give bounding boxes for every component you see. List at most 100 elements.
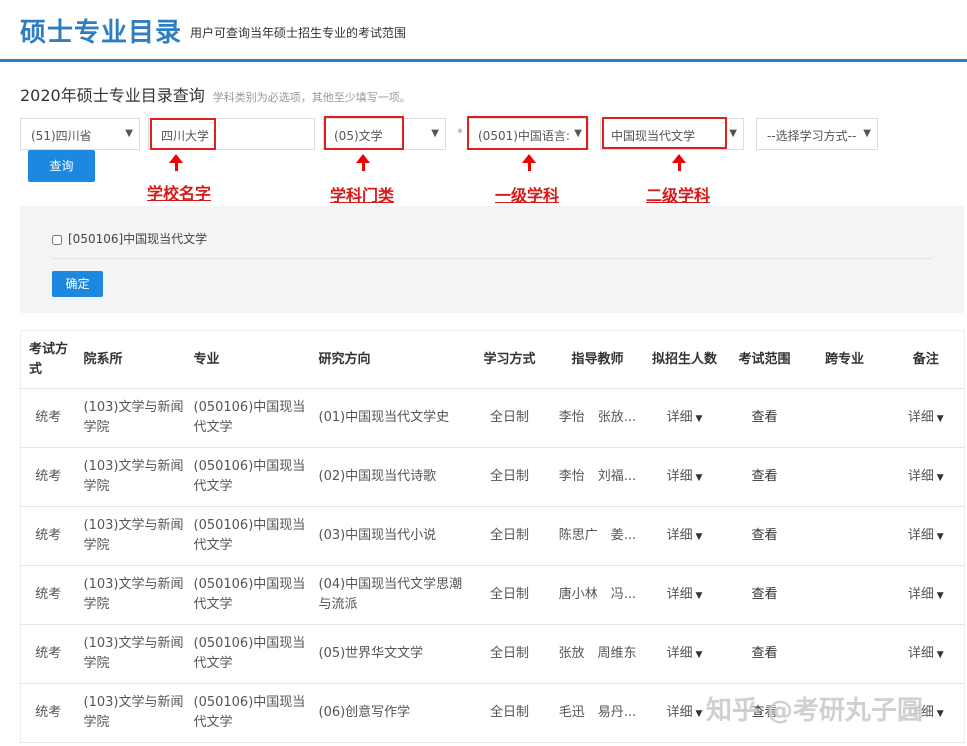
remarks-detail[interactable]: 详细 bbox=[908, 587, 944, 602]
major-cell: (050106)中国现当代文学 bbox=[185, 388, 311, 448]
remarks-detail[interactable]: 详细 bbox=[908, 705, 944, 720]
enrollment-detail-cell[interactable]: 详细 bbox=[641, 624, 728, 684]
advisors-cell: 唐小林 冯... bbox=[553, 565, 642, 625]
search-button[interactable]: 查询 bbox=[28, 150, 95, 182]
exam-scope-link-cell[interactable]: 查看 bbox=[727, 565, 802, 625]
research-direction: (04)中国现当代文学思潮与流派 bbox=[318, 577, 463, 612]
study-mode: 全日制 bbox=[489, 410, 529, 425]
chevron-down-icon: ▼ bbox=[863, 128, 871, 139]
category-select[interactable]: (05)文学 ▼ bbox=[323, 118, 446, 150]
checkbox-label: [050106]中国现当代文学 bbox=[68, 232, 208, 246]
major-cell: (050106)中国现当代文学 bbox=[185, 506, 311, 566]
column-header: 考试范围 bbox=[727, 330, 802, 389]
major-cell: (050106)中国现当代文学 bbox=[185, 624, 311, 684]
cross-major-cell bbox=[801, 624, 888, 684]
exam-scope-link[interactable]: 查看 bbox=[751, 587, 777, 602]
enrollment-detail[interactable]: 详细 bbox=[667, 705, 703, 720]
advisors-cell: 李怡 刘福... bbox=[553, 447, 642, 507]
exam-type-cell: 统考 bbox=[20, 447, 76, 507]
enrollment-detail[interactable]: 详细 bbox=[667, 646, 703, 661]
checkbox[interactable] bbox=[52, 234, 62, 245]
province-value: (51)四川省 bbox=[31, 129, 92, 143]
query-title-text: 2020年硕士专业目录查询 bbox=[20, 86, 205, 105]
table-row: 统考 (103)文学与新闻学院 (050106)中国现当代文学 (04)中国现当代文学… bbox=[20, 565, 965, 625]
remarks-detail[interactable]: 详细 bbox=[908, 528, 944, 543]
advisors: 毛迅 易丹... bbox=[558, 705, 637, 720]
page-title: 硕士专业目录 bbox=[20, 18, 183, 48]
annotation-second: 二级学科 bbox=[646, 186, 711, 205]
exam-scope-link-cell[interactable]: 查看 bbox=[727, 683, 802, 743]
discipline-checkbox[interactable]: [050106]中国现当代文学 bbox=[52, 230, 207, 247]
exam-scope-link[interactable]: 查看 bbox=[751, 469, 777, 484]
remarks-detail-cell[interactable]: 详细 bbox=[887, 683, 965, 743]
cross-major-cell bbox=[801, 447, 888, 507]
enrollment-detail-cell[interactable]: 详细 bbox=[641, 683, 728, 743]
enrollment-detail-cell[interactable]: 详细 bbox=[641, 447, 728, 507]
table-row: 统考 (103)文学与新闻学院 (050106)中国现当代文学 (01)中国现当代文学… bbox=[20, 388, 965, 448]
enrollment-detail-cell[interactable]: 详细 bbox=[641, 565, 728, 625]
enrollment-detail[interactable]: 详细 bbox=[667, 528, 703, 543]
department: (103)文学与新闻学院 bbox=[83, 695, 184, 730]
major: (050106)中国现当代文学 bbox=[193, 636, 306, 671]
study-mode: 全日制 bbox=[489, 705, 529, 720]
remarks-detail[interactable]: 详细 bbox=[908, 646, 944, 661]
exam-type-cell: 统考 bbox=[20, 565, 76, 625]
enrollment-detail[interactable]: 详细 bbox=[667, 410, 703, 425]
second-discipline-value: 中国现当代文学 bbox=[611, 129, 696, 143]
research-direction-cell: (04)中国现当代文学思潮与流派 bbox=[310, 565, 466, 625]
enrollment-detail-cell[interactable]: 详细 bbox=[641, 388, 728, 448]
study-mode-cell: 全日制 bbox=[465, 565, 554, 625]
exam-type: 统考 bbox=[35, 587, 62, 602]
table-row: 统考 (103)文学与新闻学院 (050106)中国现当代文学 (06)创意写作学 全日… bbox=[20, 683, 965, 743]
remarks-detail-cell[interactable]: 详细 bbox=[887, 447, 965, 507]
study-mode: 全日制 bbox=[489, 646, 529, 661]
research-direction: (02)中国现当代诗歌 bbox=[318, 469, 437, 484]
advisors-cell: 张放 周维东 bbox=[553, 624, 642, 684]
study-mode-select[interactable]: --选择学习方式-- ▼ bbox=[756, 118, 878, 150]
chevron-down-icon: ▼ bbox=[729, 128, 737, 139]
major-cell: (050106)中国现当代文学 bbox=[185, 565, 311, 625]
remarks-detail-cell[interactable]: 详细 bbox=[887, 506, 965, 566]
chevron-down-icon: ▼ bbox=[574, 128, 582, 139]
advisors: 唐小林 冯... bbox=[558, 587, 637, 602]
column-header: 考试方式 bbox=[20, 330, 76, 389]
advisors: 张放 周维东 bbox=[558, 646, 637, 661]
exam-scope-link[interactable]: 查看 bbox=[751, 528, 777, 543]
school-input[interactable]: 四川大学 bbox=[148, 118, 315, 150]
enrollment-detail[interactable]: 详细 bbox=[667, 469, 703, 484]
arrow-up-icon bbox=[672, 154, 686, 171]
discipline-panel: [050106]中国现当代文学 确定 bbox=[20, 206, 964, 313]
advisors: 李怡 刘福... bbox=[558, 469, 637, 484]
remarks-detail-cell[interactable]: 详细 bbox=[887, 565, 965, 625]
enrollment-detail[interactable]: 详细 bbox=[667, 587, 703, 602]
department: (103)文学与新闻学院 bbox=[83, 577, 184, 612]
exam-scope-link-cell[interactable]: 查看 bbox=[727, 506, 802, 566]
research-direction: (05)世界华文文学 bbox=[318, 646, 424, 661]
exam-scope-link-cell[interactable]: 查看 bbox=[727, 624, 802, 684]
arrow-up-icon bbox=[356, 154, 370, 171]
cross-major-cell bbox=[801, 565, 888, 625]
department-cell: (103)文学与新闻学院 bbox=[75, 565, 186, 625]
exam-scope-link[interactable]: 查看 bbox=[751, 646, 777, 661]
study-mode-cell: 全日制 bbox=[465, 447, 554, 507]
research-direction-cell: (02)中国现当代诗歌 bbox=[310, 447, 466, 507]
second-discipline-select[interactable]: 中国现当代文学 ▼ bbox=[600, 118, 744, 150]
confirm-button[interactable]: 确定 bbox=[52, 271, 103, 297]
remarks-detail-cell[interactable]: 详细 bbox=[887, 624, 965, 684]
province-select[interactable]: (51)四川省 ▼ bbox=[20, 118, 140, 150]
study-mode-cell: 全日制 bbox=[465, 624, 554, 684]
exam-scope-link[interactable]: 查看 bbox=[751, 410, 777, 425]
exam-scope-link-cell[interactable]: 查看 bbox=[727, 447, 802, 507]
remarks-detail-cell[interactable]: 详细 bbox=[887, 388, 965, 448]
first-discipline-select[interactable]: (0501)中国语言: ▼ bbox=[467, 118, 589, 150]
exam-scope-link[interactable]: 查看 bbox=[751, 705, 777, 720]
first-discipline-value: (0501)中国语言: bbox=[478, 129, 570, 143]
table-header: 考试方式 院系所 专业 研究方向 学习方式 指导教师 拟招生人数 考试范围 跨专业 备注 bbox=[20, 330, 965, 389]
enrollment-detail-cell[interactable]: 详细 bbox=[641, 506, 728, 566]
remarks-detail[interactable]: 详细 bbox=[908, 469, 944, 484]
department-cell: (103)文学与新闻学院 bbox=[75, 388, 186, 448]
exam-scope-link-cell[interactable]: 查看 bbox=[727, 388, 802, 448]
remarks-detail[interactable]: 详细 bbox=[908, 410, 944, 425]
major: (050106)中国现当代文学 bbox=[193, 400, 306, 435]
school-value: 四川大学 bbox=[161, 129, 210, 143]
